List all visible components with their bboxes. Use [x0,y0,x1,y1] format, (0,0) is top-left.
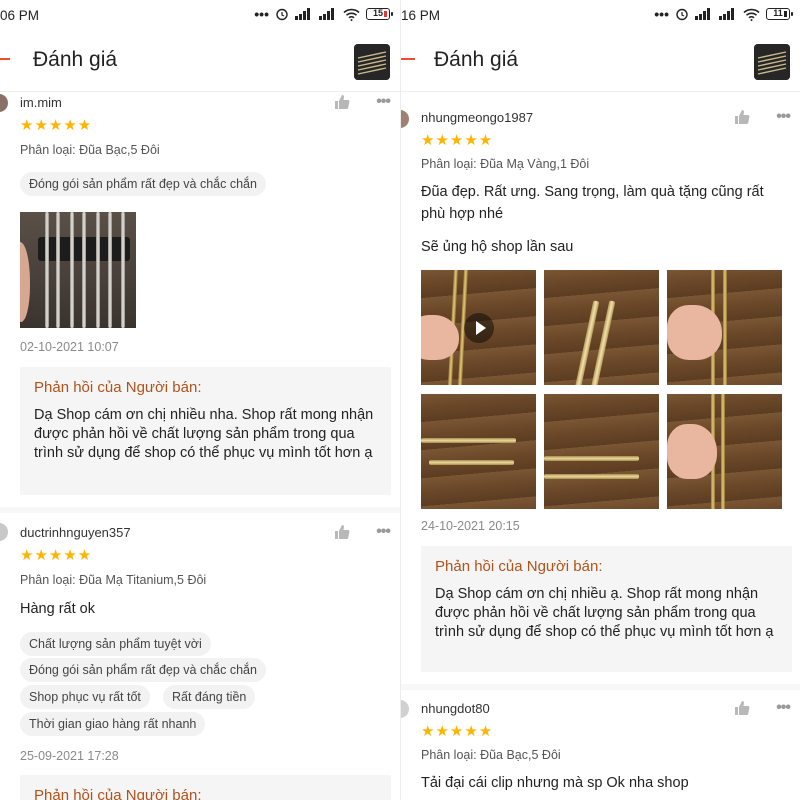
product-variant: Phân loại: Đũa Mạ Vàng,1 Đôi [421,157,590,171]
avatar [401,110,409,128]
product-variant: Phân loại: Đũa Mạ Titanium,5 Đôi [20,573,207,587]
notification-dots-icon: ••• [254,6,269,22]
page-header: Đánh giá [401,30,800,92]
product-thumbnail[interactable] [354,44,390,80]
battery-icon: 11 [766,8,793,20]
page-title: Đánh giá [33,48,118,71]
status-time: 06 PM [0,8,40,23]
reviewer-name: ductrinhnguyen357 [20,525,131,540]
thumbs-up-icon[interactable] [334,94,350,110]
review-date: 02-10-2021 10:07 [20,340,119,354]
seller-reply-text: Dạ Shop cám ơn chị nhiều nha. Shop rất m… [34,407,374,461]
more-options-icon[interactable]: ••• [776,109,791,125]
review-tag: Rất đáng tiền [163,685,256,709]
seller-reply: Phản hồi của Người bán: [20,775,391,800]
review-tag: Đóng gói sản phẩm rất đẹp và chắc chắn [20,658,266,682]
review-comment: Hàng rất ok [20,601,95,617]
avatar [0,94,8,112]
wifi-icon [343,8,360,21]
seller-reply: Phản hồi của Người bán: Dạ Shop cám ơn c… [421,546,792,672]
review-comment: Đũa đẹp. Rất ưng. Sang trọng, làm quà tặ… [421,184,764,222]
seller-reply: Phản hồi của Người bán: Dạ Shop cám ơn c… [20,367,391,495]
reviewer-name: nhungdot80 [421,701,490,716]
review-tag: Chất lượng sản phẩm tuyệt vời [20,632,211,656]
review-video-thumbnail[interactable] [421,270,536,385]
battery-level: 15 [372,8,383,18]
review-comment: Tải đại cái clip nhưng mà sp Ok nha shop [421,775,689,791]
battery-level: 11 [773,8,783,18]
notification-dots-icon: ••• [654,6,669,22]
status-icons: ••• 15 [254,6,393,22]
alarm-icon [276,8,288,21]
avatar [401,700,409,718]
seller-reply-title: Phản hồi của Người bán: [34,379,202,396]
reviewer-name: nhungmeongo1987 [421,110,534,125]
status-time: 16 PM [401,8,441,23]
rating-stars: ★★★★★ [421,132,494,149]
review-photo[interactable] [544,394,659,509]
signal-icon [319,8,334,20]
seller-reply-title: Phản hồi của Người bán: [435,558,603,575]
thumbs-up-icon[interactable] [734,109,750,125]
review-date: 25-09-2021 17:28 [20,749,119,763]
rating-stars: ★★★★★ [20,547,93,564]
status-bar: 06 PM ••• 15 [0,0,400,30]
signal-icon [695,8,710,20]
review-comment: Sẽ ủng hộ shop lần sau [421,239,574,255]
review-photo[interactable] [667,394,782,509]
signal-icon [719,8,734,20]
review-photo[interactable] [667,270,782,385]
status-icons: ••• 11 [654,6,793,22]
rating-stars: ★★★★★ [421,723,494,740]
rating-stars: ★★★★★ [20,117,93,134]
product-variant: Phân loại: Đũa Bạc,5 Đôi [20,143,160,157]
divider [0,507,400,513]
status-bar: 16 PM ••• 11 [401,0,800,30]
review-photo[interactable] [20,212,136,328]
avatar [0,523,8,541]
more-options-icon[interactable]: ••• [776,700,791,716]
review-photo[interactable] [421,394,536,509]
review-tag: Shop phục vụ rất tốt [20,685,150,709]
seller-reply-text: Dạ Shop cám ơn chị nhiều ạ. Shop rất mon… [435,586,774,640]
product-thumbnail[interactable] [754,44,790,80]
right-screenshot: 16 PM ••• 11 Đánh giá nhungmeongo1987 ••… [400,0,800,800]
product-variant: Phân loại: Đũa Bạc,5 Đôi [421,748,561,762]
review-tag: Thời gian giao hàng rất nhanh [20,712,206,736]
back-arrow-icon[interactable] [0,58,10,60]
review-date: 24-10-2021 20:15 [421,519,520,533]
page-header: Đánh giá [0,30,400,92]
alarm-icon [676,8,688,21]
review-photo[interactable] [544,270,659,385]
more-options-icon[interactable]: ••• [376,524,391,540]
play-icon[interactable] [464,313,494,343]
signal-icon [295,8,310,20]
divider [401,684,800,690]
review-tag: Đóng gói sản phẩm rất đẹp và chắc chắn [20,172,266,196]
thumbs-up-icon[interactable] [334,524,350,540]
wifi-icon [743,8,760,21]
back-arrow-icon[interactable] [401,58,415,60]
left-screenshot: 06 PM ••• 15 Đánh giá im.mim ••• ★★★★★ P… [0,0,400,800]
battery-icon: 15 [366,8,393,20]
seller-reply-title: Phản hồi của Người bán: [34,787,202,800]
thumbs-up-icon[interactable] [734,700,750,716]
more-options-icon[interactable]: ••• [376,94,391,110]
page-title: Đánh giá [434,48,519,71]
reviewer-name: im.mim [20,95,62,110]
